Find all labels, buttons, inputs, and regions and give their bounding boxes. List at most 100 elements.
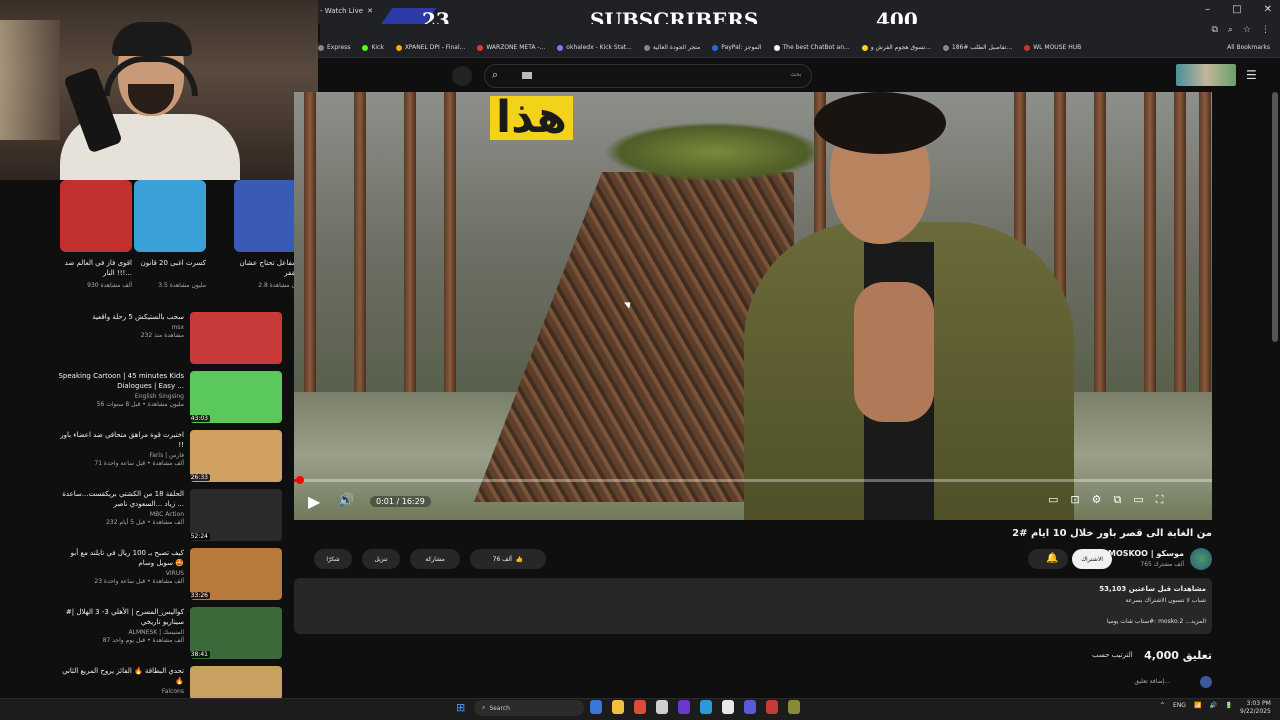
recommendation-title[interactable]: Speaking Cartoon | 45 minutes Kids Dialo… bbox=[56, 371, 184, 391]
bookmark-item[interactable]: تفاصيل الطلب #186... bbox=[942, 44, 1012, 51]
language-indicator[interactable]: ENG bbox=[1173, 702, 1186, 709]
bookmark-item[interactable]: تسوق هجوم الفرش و... bbox=[861, 44, 931, 51]
bookmark-item[interactable]: متجر الجودة العالية bbox=[643, 44, 700, 51]
tab-close-icon[interactable]: ✕ bbox=[367, 7, 373, 15]
recommendation-channel[interactable]: Falcons bbox=[56, 688, 184, 695]
recommendation-title[interactable]: الحلقة 18 من الكشتي بريكفست...ساعدة زياد… bbox=[56, 489, 184, 509]
recommendation-title[interactable]: سحب بالستيكش 5 رحلة واقعية bbox=[56, 312, 184, 322]
fullscreen-icon[interactable]: ⛶ bbox=[1156, 493, 1164, 507]
bookmark-item[interactable]: okhaledx - Kick Stat... bbox=[557, 44, 632, 51]
search-icon[interactable]: ⌕ bbox=[492, 68, 498, 82]
bookmark-item[interactable]: PayPal: الموجز bbox=[712, 44, 762, 51]
video-thumbnail[interactable] bbox=[190, 666, 282, 700]
shorts-title[interactable]: كسرت اغبى 20 قانون bbox=[134, 258, 206, 278]
recommendation-title[interactable]: #كواليس_المسرح | الأهلي 3- 3 الهلال | سي… bbox=[56, 607, 184, 627]
share-button[interactable]: مشاركة bbox=[410, 549, 460, 569]
taskbar-clock[interactable]: 3:03 PM 9/22/2025 bbox=[1240, 700, 1271, 716]
wifi-icon[interactable]: 📶 bbox=[1194, 702, 1201, 709]
recommendation-channel[interactable]: English Singsing bbox=[56, 393, 184, 400]
shorts-thumbnail[interactable] bbox=[134, 180, 206, 252]
subtitles-icon[interactable]: ⊡ bbox=[1070, 493, 1079, 507]
recommendation-channel[interactable]: ALMNESK | المنيسك bbox=[56, 629, 184, 636]
recommendation-channel[interactable]: Faris | فارس bbox=[56, 452, 184, 459]
star-icon[interactable]: ☆ bbox=[1243, 25, 1251, 35]
tray-overflow-icon[interactable]: ^ bbox=[1160, 702, 1165, 709]
recommendation-channel[interactable]: VIRUS bbox=[56, 570, 184, 577]
system-tray: ^ ENG 📶 🔊 🔋 bbox=[1160, 702, 1232, 709]
all-bookmarks[interactable]: All Bookmarks bbox=[1227, 44, 1270, 51]
yt-logo[interactable] bbox=[1176, 64, 1236, 86]
taskbar-app-icon[interactable] bbox=[788, 700, 800, 714]
sort-comments-button[interactable]: الترتيب حسب bbox=[1092, 651, 1133, 659]
browser-tab[interactable]: - Watch Live ✕ bbox=[320, 2, 376, 20]
zoom-icon[interactable]: ⌕ bbox=[1228, 25, 1233, 35]
taskbar-app-icon[interactable] bbox=[656, 700, 668, 714]
recommendation-item[interactable]: 43:03 Speaking Cartoon | 45 minutes Kids … bbox=[58, 371, 282, 425]
speaker-icon[interactable]: 🔊 bbox=[1209, 702, 1216, 709]
taskbar-app-icon[interactable] bbox=[590, 700, 602, 714]
shorts-card[interactable]: اقوى فاز في العالم ضد النار !!!... 930 أل… bbox=[60, 180, 132, 289]
taskbar-app-icon[interactable] bbox=[766, 700, 778, 714]
subscribe-button[interactable]: الاشتراك bbox=[1072, 549, 1112, 569]
address-bar[interactable] bbox=[320, 24, 1280, 42]
settings-icon[interactable]: ⚙ bbox=[1092, 493, 1102, 507]
maximize-icon[interactable]: □ bbox=[1232, 4, 1241, 15]
channel-avatar[interactable] bbox=[1190, 548, 1212, 570]
recommendation-title[interactable]: اختبرت قوة مراهق متحافي ضد اعضاء باور !! bbox=[56, 430, 184, 450]
bookmark-item[interactable]: Express bbox=[318, 44, 350, 51]
play-icon[interactable]: ▶ bbox=[308, 492, 320, 511]
shorts-card[interactable]: كسرت اغبى 20 قانون 3.5 مليون مشاهدة bbox=[134, 180, 206, 289]
voice-search-button[interactable] bbox=[452, 66, 472, 86]
taskbar-app-icon[interactable] bbox=[744, 700, 756, 714]
page-scrollbar[interactable] bbox=[1272, 92, 1278, 342]
minimize-icon[interactable]: – bbox=[1205, 4, 1210, 15]
recommendation-item[interactable]: 52:24 الحلقة 18 من الكشتي بريكفست...ساعدة… bbox=[60, 489, 282, 543]
like-button[interactable]: 76 ألف 👍 bbox=[470, 549, 546, 569]
recommendation-item[interactable]: 38:41 #كواليس_المسرح | الأهلي 3- 3 الهلال… bbox=[60, 607, 282, 661]
windows-start-icon[interactable]: ⊞ bbox=[456, 701, 465, 714]
taskbar-app-icon[interactable] bbox=[722, 700, 734, 714]
description-more[interactable]: ستاب شات يوميا#: mosko.2 ...المزيد bbox=[1107, 618, 1206, 625]
recommendation-title[interactable]: كيف تصبح بـ 100 ريال في تايلند مع أبو سو… bbox=[56, 548, 184, 568]
taskbar-app-icon[interactable] bbox=[678, 700, 690, 714]
shorts-title[interactable]: اقوى فاز في العالم ضد النار !!!... bbox=[60, 258, 132, 278]
browser-menu-icon[interactable]: ⋮ bbox=[1261, 25, 1270, 35]
progress-bar[interactable] bbox=[294, 479, 1212, 482]
bookmark-item[interactable]: The best ChatBot an... bbox=[773, 44, 850, 51]
video-thumbnail[interactable] bbox=[190, 312, 282, 364]
recommendation-title[interactable]: تحدي البطاقة 🔥 الفائز يروح المريع الثاني… bbox=[56, 666, 184, 686]
shorts-thumbnail[interactable] bbox=[60, 180, 132, 252]
thanks-button[interactable]: شكرًا bbox=[314, 549, 352, 569]
add-comment-input[interactable]: إضافة تعليق... bbox=[1134, 678, 1170, 685]
bookmark-item[interactable]: Kick bbox=[362, 44, 384, 51]
install-icon[interactable]: ⧉ bbox=[1211, 25, 1217, 35]
recommendation-channel[interactable]: MBC Action bbox=[56, 511, 184, 518]
autoplay-toggle-icon[interactable]: ▭ bbox=[1048, 493, 1058, 507]
bookmark-item[interactable]: XPANEL DPI - Final... bbox=[395, 44, 465, 51]
recommendation-item[interactable]: سحب بالستيكش 5 رحلة واقعية msx 232 مشاهدة … bbox=[60, 312, 282, 366]
taskbar-app-icon[interactable] bbox=[700, 700, 712, 714]
recommendation-item[interactable]: 33:26 كيف تصبح بـ 100 ريال في تايلند مع أ… bbox=[60, 548, 282, 602]
recommendation-item[interactable]: تحدي البطاقة 🔥 الفائز يروح المريع الثاني… bbox=[60, 666, 282, 700]
description-box[interactable] bbox=[294, 578, 1212, 634]
taskbar-app-icon[interactable] bbox=[612, 700, 624, 714]
taskbar-search[interactable]: ⌕ Search bbox=[474, 700, 584, 716]
video-player[interactable]: هذا bbox=[294, 92, 1212, 520]
download-button[interactable]: تنزيل bbox=[362, 549, 400, 569]
progress-scrubber[interactable] bbox=[296, 476, 304, 484]
miniplayer-icon[interactable]: ⧉ bbox=[1114, 493, 1122, 507]
bell-icon[interactable]: 🔔 bbox=[1046, 553, 1058, 564]
close-window-icon[interactable]: ✕ bbox=[1264, 4, 1272, 15]
bookmark-favicon-icon bbox=[861, 44, 868, 51]
menu-icon[interactable]: ☰ bbox=[1246, 68, 1257, 82]
search-input[interactable] bbox=[484, 64, 812, 88]
channel-name[interactable]: MOSKOO | موسكو bbox=[1108, 549, 1184, 558]
volume-icon[interactable]: 🔊 bbox=[338, 493, 354, 508]
recommendation-item[interactable]: 26:33 اختبرت قوة مراهق متحافي ضد اعضاء با… bbox=[60, 430, 282, 484]
taskbar-app-icon[interactable] bbox=[634, 700, 646, 714]
bookmark-item[interactable]: WARZONE META -... bbox=[477, 44, 545, 51]
bookmark-item[interactable]: WL MOUSE HUB bbox=[1024, 44, 1081, 51]
battery-icon[interactable]: 🔋 bbox=[1225, 702, 1232, 709]
cast-icon[interactable]: ▭ bbox=[1133, 493, 1143, 507]
recommendation-channel[interactable]: msx bbox=[56, 324, 184, 331]
